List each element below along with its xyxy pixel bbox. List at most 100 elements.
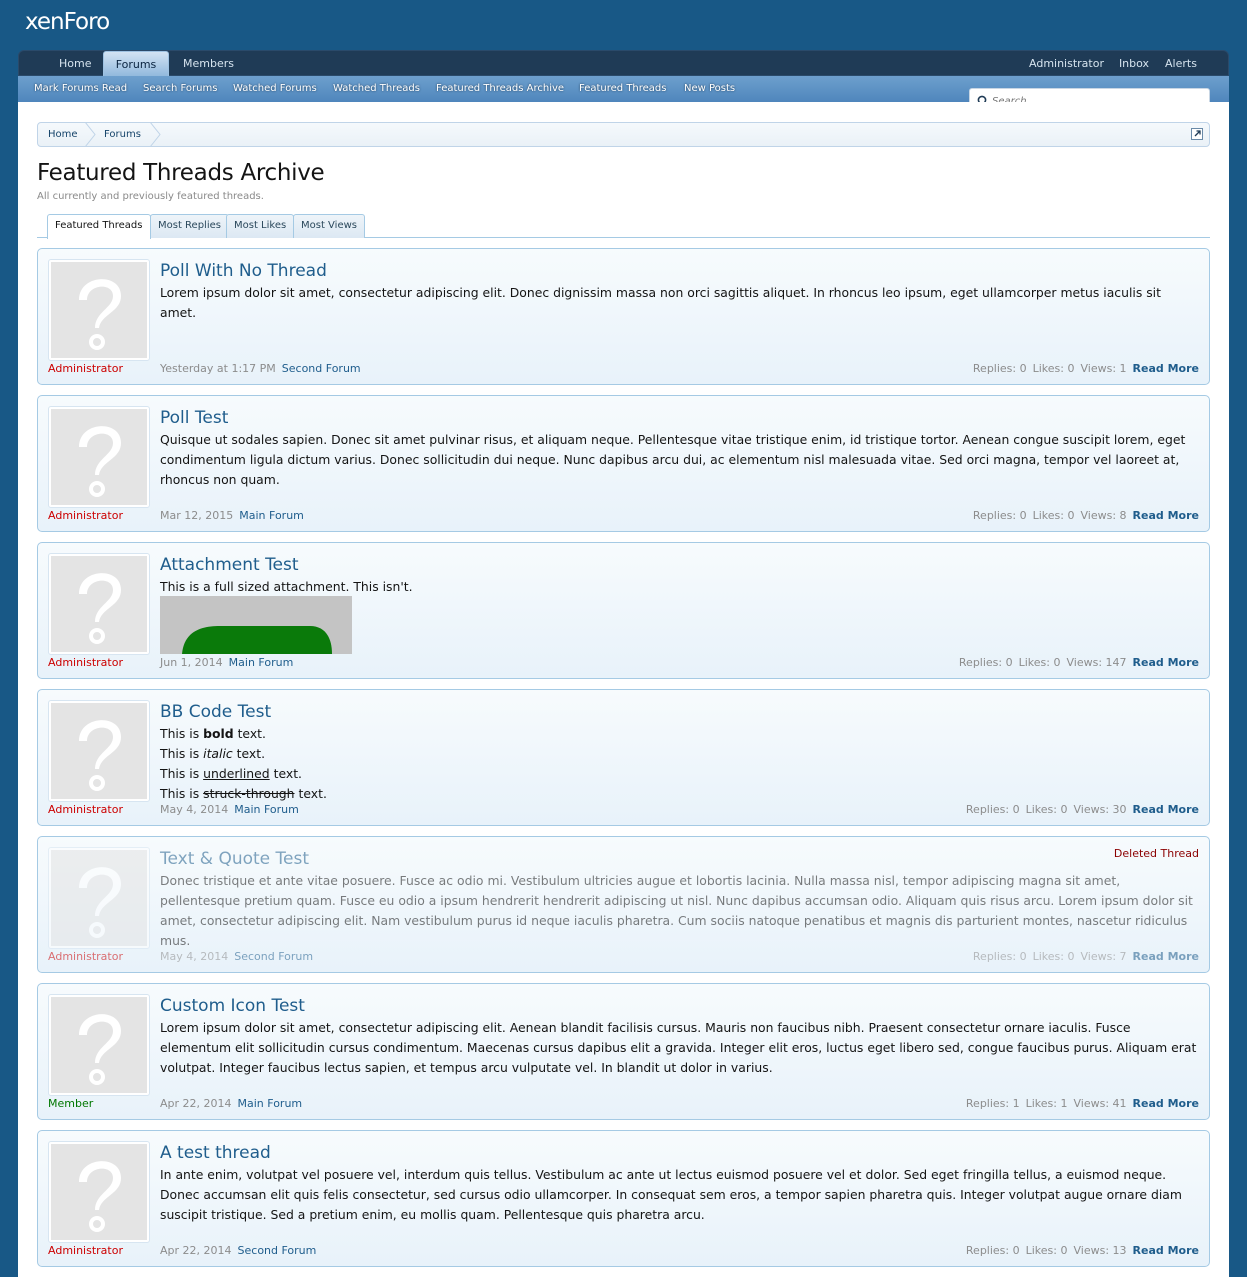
thread-title[interactable]: Attachment Test (160, 555, 299, 575)
avatar[interactable] (48, 553, 150, 655)
subnav-featured-threads-archive[interactable]: Featured Threads Archive (436, 82, 564, 96)
read-more-link[interactable]: Read More (1133, 656, 1199, 669)
breadcrumb-forums[interactable]: Forums (104, 123, 141, 146)
thread-likes: Likes: 0 (1025, 803, 1068, 816)
thread-forum-link[interactable]: Main Forum (239, 509, 304, 522)
thread-author[interactable]: Administrator (48, 803, 123, 816)
thread-views: Views: 13 (1073, 1244, 1127, 1257)
thread-date: May 4, 2014 (160, 950, 229, 963)
read-more-link[interactable]: Read More (1133, 509, 1199, 522)
nav-tab-members[interactable]: Members (183, 51, 234, 76)
thread-date: Jun 1, 2014 (160, 656, 223, 669)
thread-date: Apr 22, 2014 (160, 1244, 232, 1257)
nav-tab-home[interactable]: Home (59, 51, 91, 76)
thread-title[interactable]: A test thread (160, 1143, 271, 1163)
read-more-link[interactable]: Read More (1133, 1244, 1199, 1257)
thread-forum-link[interactable]: Main Forum (229, 656, 294, 669)
thread-author[interactable]: Member (48, 1097, 93, 1110)
thread-meta: Mar 12, 2015 Main Forum (160, 509, 304, 522)
thread-title[interactable]: Text & Quote Test (160, 849, 309, 869)
thread-author[interactable]: Administrator (48, 656, 123, 669)
read-more-link[interactable]: Read More (1133, 362, 1199, 375)
thread-stats: Replies: 0 Likes: 0 Views: 30 Read More (960, 803, 1199, 816)
read-more-link[interactable]: Read More (1133, 803, 1199, 816)
thread-meta: Jun 1, 2014 Main Forum (160, 656, 293, 669)
subnav-featured-threads[interactable]: Featured Threads (579, 82, 667, 96)
nav-tab-forums[interactable]: Forums (103, 51, 169, 77)
default-avatar-icon (51, 262, 147, 358)
thread-forum-link[interactable]: Second Forum (282, 362, 361, 375)
subnav-search-forums[interactable]: Search Forums (143, 82, 217, 96)
thread-forum-link[interactable]: Second Forum (234, 950, 313, 963)
tab-most-likes[interactable]: Most Likes (226, 214, 295, 238)
thread-snippet: Donec tristique et ante vitae posuere. F… (160, 873, 1193, 948)
thread-snippet: In ante enim, volutpat vel posuere vel, … (160, 1167, 1182, 1222)
avatar[interactable] (48, 406, 150, 508)
breadcrumb-separator-icon (149, 122, 161, 147)
thread-item: Administrator BB Code Test This is bold … (37, 689, 1210, 826)
read-more-link[interactable]: Read More (1133, 950, 1199, 963)
default-avatar-icon (51, 703, 147, 799)
avatar[interactable] (48, 994, 150, 1096)
thread-stats: Replies: 0 Likes: 0 Views: 147 Read More (953, 656, 1199, 669)
main-navbar: Home Forums Members Administrator Inbox … (18, 50, 1229, 77)
thread-stats: Replies: 0 Likes: 0 Views: 8 Read More (967, 509, 1199, 522)
thread-title[interactable]: Poll With No Thread (160, 261, 327, 281)
thread-title[interactable]: Custom Icon Test (160, 996, 305, 1016)
nav-alerts[interactable]: Alerts (1165, 51, 1197, 76)
snippet-line-underline: This is underlined text. (160, 766, 302, 781)
avatar[interactable] (48, 259, 150, 361)
underlined-text: underlined (203, 766, 270, 781)
attachment-thumbnail[interactable] (160, 596, 352, 654)
thread-item: Administrator Poll With No Thread Lorem … (37, 248, 1210, 385)
thread-likes: Likes: 0 (1032, 950, 1075, 963)
thread-author[interactable]: Administrator (48, 1244, 123, 1257)
page-description: All currently and previously featured th… (37, 191, 264, 202)
thread-meta: May 4, 2014 Second Forum (160, 950, 313, 963)
page-title: Featured Threads Archive (37, 160, 325, 186)
thread-stats: Replies: 0 Likes: 0 Views: 13 Read More (960, 1244, 1199, 1257)
thread-meta: Apr 22, 2014 Main Forum (160, 1097, 302, 1110)
thread-author[interactable]: Administrator (48, 362, 123, 375)
thread-snippet: Lorem ipsum dolor sit amet, consectetur … (160, 1020, 1197, 1075)
subnav-watched-threads[interactable]: Watched Threads (333, 82, 420, 96)
thread-forum-link[interactable]: Main Forum (234, 803, 299, 816)
avatar[interactable] (48, 847, 150, 949)
avatar[interactable] (48, 700, 150, 802)
thread-author[interactable]: Administrator (48, 509, 123, 522)
tab-most-views[interactable]: Most Views (293, 214, 365, 238)
thread-date: Yesterday at 1:17 PM (160, 362, 276, 375)
attachment-image-icon (160, 596, 352, 654)
thread-views: Views: 30 (1073, 803, 1127, 816)
subnav-mark-forums-read[interactable]: Mark Forums Read (34, 82, 127, 96)
struck-text: struck-through (203, 786, 295, 801)
thread-snippet: This is a full sized attachment. This is… (160, 579, 413, 594)
snippet-line-bold: This is bold text. (160, 726, 266, 741)
avatar[interactable] (48, 1141, 150, 1243)
thread-title[interactable]: BB Code Test (160, 702, 271, 722)
default-avatar-icon (51, 409, 147, 505)
thread-views: Views: 1 (1080, 362, 1127, 375)
thread-title[interactable]: Poll Test (160, 408, 228, 428)
thread-likes: Likes: 0 (1032, 362, 1075, 375)
read-more-link[interactable]: Read More (1133, 1097, 1199, 1110)
tab-most-replies[interactable]: Most Replies (150, 214, 229, 238)
nav-visitor-administrator[interactable]: Administrator (1029, 51, 1104, 76)
thread-forum-link[interactable]: Main Forum (238, 1097, 303, 1110)
thread-snippet: This is bold text. This is italic text. … (160, 724, 1200, 804)
logo[interactable]: xenForo (25, 9, 110, 35)
breadcrumb-home[interactable]: Home (48, 123, 78, 146)
thread-item-deleted: Administrator Text & Quote Test Deleted … (37, 836, 1210, 973)
thread-meta: Yesterday at 1:17 PM Second Forum (160, 362, 361, 375)
subnav-watched-forums[interactable]: Watched Forums (233, 82, 317, 96)
thread-date: Mar 12, 2015 (160, 509, 234, 522)
thread-forum-link[interactable]: Second Forum (238, 1244, 317, 1257)
thread-author[interactable]: Administrator (48, 950, 123, 963)
thread-stats: Replies: 0 Likes: 0 Views: 1 Read More (967, 362, 1199, 375)
nav-inbox[interactable]: Inbox (1118, 51, 1150, 76)
breadcrumb-separator-icon (84, 122, 96, 147)
thread-stats: Replies: 0 Likes: 0 Views: 7 Read More (967, 950, 1199, 963)
subnav-new-posts[interactable]: New Posts (684, 82, 735, 96)
jump-to-page-icon[interactable] (1191, 128, 1203, 140)
tab-featured-threads[interactable]: Featured Threads (47, 214, 151, 239)
